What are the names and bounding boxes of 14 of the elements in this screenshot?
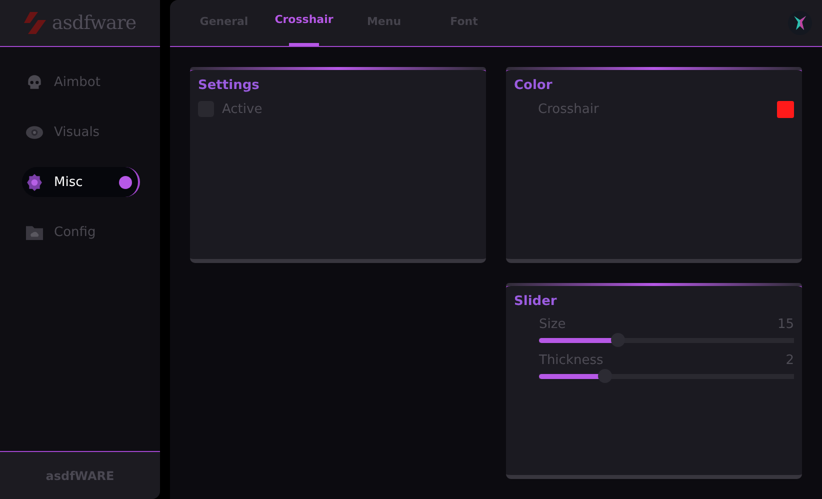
sidebar-item[interactable]: Visuals (22, 117, 140, 147)
gear-icon (26, 174, 43, 190)
sidebar-item[interactable]: Misc (22, 167, 140, 197)
panel-title: Settings (198, 78, 260, 93)
toggle-icon (119, 176, 132, 188)
avatar-icon[interactable] (788, 11, 812, 35)
sidebar-item[interactable]: Aimbot (22, 67, 140, 97)
color-swatch[interactable] (777, 101, 794, 118)
panel-title: Color (514, 78, 554, 93)
eye-icon (26, 124, 43, 140)
folder-icon (26, 224, 43, 240)
sidebar-item[interactable]: Config (22, 217, 140, 247)
panel-title: Slider (514, 294, 558, 309)
skull-icon (26, 74, 43, 90)
